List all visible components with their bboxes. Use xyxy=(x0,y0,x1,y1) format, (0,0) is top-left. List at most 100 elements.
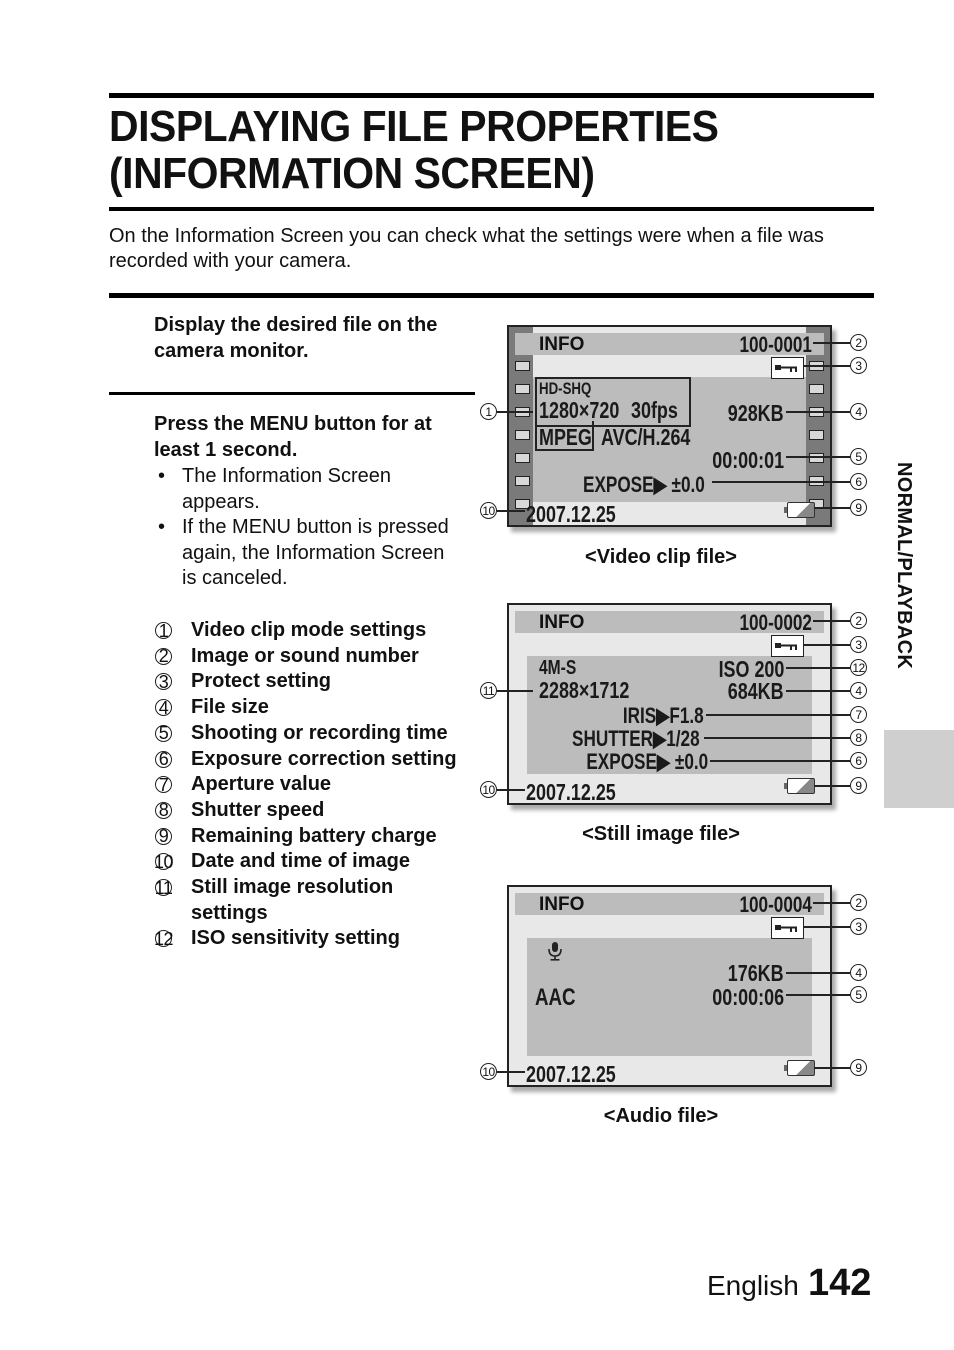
file-size: 684KB xyxy=(728,678,784,704)
legend-item: 2 Image or sound number xyxy=(155,644,475,670)
film-sprocket xyxy=(809,384,824,394)
callout-number: 4 xyxy=(155,699,172,717)
callout-number: 8 xyxy=(155,801,172,819)
callout-number: 6 xyxy=(155,750,172,768)
legend-item: 6 Exposure correction setting xyxy=(155,747,475,773)
intro-paragraph: On the Information Screen you can check … xyxy=(109,225,824,272)
callout-line xyxy=(712,481,850,483)
audio-info-screen: INFO 100-0004 176KB AAC 00:00:06 2007.12… xyxy=(507,885,832,1087)
callout-line xyxy=(786,456,850,458)
exposure-setting: EXPOSE▶ ±0.0 xyxy=(586,749,708,774)
video-caption: <Video clip file> xyxy=(585,546,737,568)
bullet-dot: • xyxy=(158,465,166,487)
callout-number: 2 xyxy=(155,647,172,665)
callout-number: 1 xyxy=(155,622,172,640)
callout-line xyxy=(786,972,850,974)
callout-9: 9 xyxy=(850,1059,867,1076)
callout-line xyxy=(813,902,850,904)
legend-label: File size xyxy=(191,696,269,719)
date: 2007.12.25 xyxy=(526,501,616,527)
title-bottom-rule xyxy=(109,207,874,211)
callout-3: 3 xyxy=(850,357,867,374)
step-2-bullets: • The Information Screen appears. • If the… xyxy=(158,464,458,592)
section-rule xyxy=(109,293,874,298)
legend-item: 11 Still image resolution settings xyxy=(155,875,475,926)
legend-item: 9 Remaining battery charge xyxy=(155,824,475,850)
film-sprocket xyxy=(515,476,530,486)
video-codec: AVC/H.264 xyxy=(601,424,691,450)
callout-number: 3 xyxy=(155,673,172,691)
battery-icon xyxy=(784,502,815,518)
callout-6: 6 xyxy=(850,752,867,769)
recording-time: 00:00:01 xyxy=(712,447,784,473)
callout-line xyxy=(786,411,850,413)
film-sprocket xyxy=(515,384,530,394)
callout-number: 9 xyxy=(155,827,172,845)
top-rule xyxy=(109,93,874,98)
legend-label: Remaining battery charge xyxy=(191,824,437,847)
callout-line xyxy=(814,1067,850,1069)
footer-language: English xyxy=(707,1270,799,1301)
callout-line xyxy=(814,785,850,787)
bullet-item: • If the MENU button is pressed again, th… xyxy=(158,515,458,592)
callout-7: 7 xyxy=(850,706,867,723)
bullet-item: • The Information Screen appears. xyxy=(158,464,458,515)
microphone-icon xyxy=(547,941,563,966)
still-info-screen: INFO 100-0002 4M-S 2288×1712 ISO 200 684… xyxy=(507,603,832,805)
callout-line xyxy=(497,690,533,692)
callout-line xyxy=(786,667,850,669)
legend-item: 5 Shooting or recording time xyxy=(155,721,475,747)
callout-line xyxy=(497,789,525,791)
legend-item: 1 Video clip mode settings xyxy=(155,618,475,644)
callout-4: 4 xyxy=(850,964,867,981)
callout-8: 8 xyxy=(850,729,867,746)
info-label: INFO xyxy=(539,894,585,915)
callout-9: 9 xyxy=(850,777,867,794)
callout-line xyxy=(497,411,533,413)
video-info-screen: INFO 100-0001 HD-SHQ 1280×720 30fps MPEG… xyxy=(507,325,832,527)
callout-5: 5 xyxy=(850,986,867,1003)
file-size: 928KB xyxy=(728,400,784,426)
callout-2: 2 xyxy=(850,334,867,351)
exposure-setting: EXPOSE▶ ±0.0 xyxy=(583,472,705,497)
callout-line xyxy=(804,926,850,928)
bullet-text: If the MENU button is pressed again, the… xyxy=(182,516,449,589)
callout-line xyxy=(497,1071,525,1073)
callout-line xyxy=(786,690,850,692)
legend-item: 12 ISO sensitivity setting xyxy=(154,926,475,952)
legend-label: Shutter speed xyxy=(191,798,325,821)
callout-10: 10 xyxy=(480,1063,497,1080)
date: 2007.12.25 xyxy=(526,1061,616,1087)
battery-icon xyxy=(784,1060,815,1076)
callout-line xyxy=(706,714,850,716)
info-label: INFO xyxy=(539,334,585,355)
date: 2007.12.25 xyxy=(526,779,616,805)
info-label: INFO xyxy=(539,612,585,633)
film-sprocket xyxy=(515,453,530,463)
callout-number: 11 xyxy=(154,877,173,898)
callout-10: 10 xyxy=(480,781,497,798)
protect-key-icon xyxy=(771,917,804,939)
file-number: 100-0001 xyxy=(739,332,812,357)
legend-label: Image or sound number xyxy=(191,644,419,667)
callout-5: 5 xyxy=(850,448,867,465)
legend-label: Protect setting xyxy=(191,670,332,693)
still-caption: <Still image file> xyxy=(582,823,740,845)
callout-number: 7 xyxy=(155,776,172,794)
legend-label: ISO sensitivity setting xyxy=(191,927,400,950)
section-side-tab xyxy=(884,730,954,808)
protect-key-icon xyxy=(771,635,804,657)
callout-number: 10 xyxy=(153,851,174,872)
legend-label: Exposure correction setting xyxy=(191,747,457,770)
battery-icon xyxy=(784,778,815,794)
bullet-text: The Information Screen appears. xyxy=(182,465,391,513)
protect-key-icon xyxy=(771,357,804,379)
callout-3: 3 xyxy=(850,918,867,935)
legend-label: Aperture value xyxy=(191,773,332,796)
film-sprocket xyxy=(515,361,530,371)
video-fps: 30fps xyxy=(631,397,678,423)
legend-item: 7 Aperture value xyxy=(155,772,475,798)
callout-line xyxy=(814,507,850,509)
legend-item: 8 Shutter speed xyxy=(155,798,475,824)
callout-line xyxy=(804,365,850,367)
